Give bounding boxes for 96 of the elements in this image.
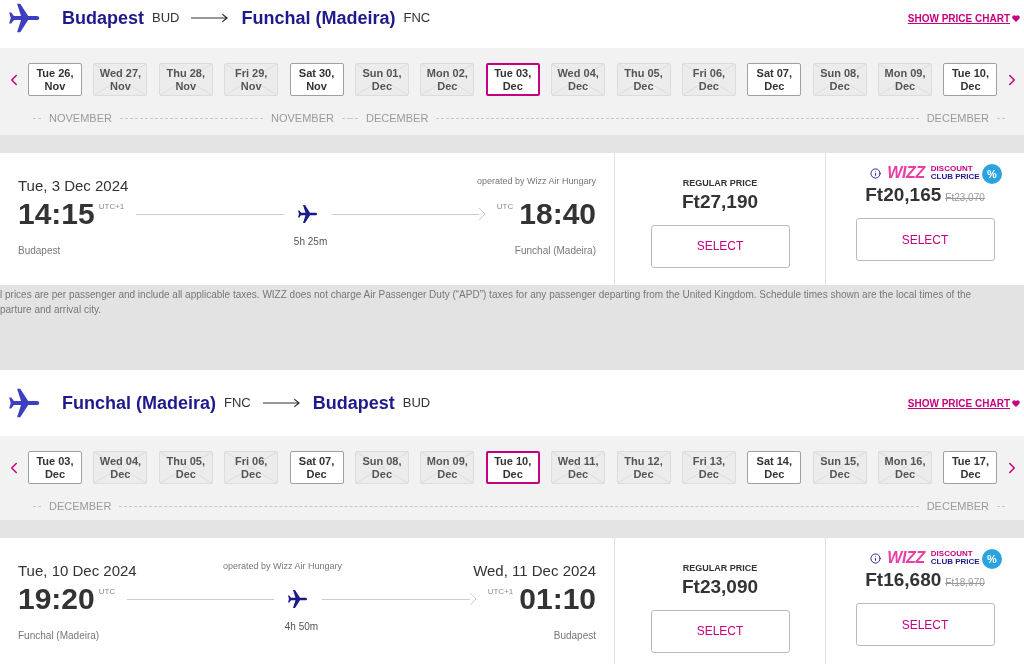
date-tab[interactable]: Fri 13, Dec — [681, 451, 736, 484]
date-tab[interactable]: Tue 10, Dec — [943, 63, 998, 96]
date-tab[interactable]: Sat 30, Nov — [289, 63, 344, 96]
old-price: Ft23,070 — [945, 191, 985, 205]
arrival-time: 01:10 — [519, 584, 596, 614]
destination-code: BUD — [402, 394, 431, 413]
date-tab[interactable]: Mon 16, Dec — [878, 451, 933, 484]
departure-city: Funchal (Madeira) — [18, 629, 100, 643]
operator-text: operated by Wizz Air Hungary — [476, 175, 596, 188]
date-tab[interactable]: Sat 14, Dec — [747, 451, 802, 484]
club-brand: WIZZ — [887, 165, 925, 181]
destination-city: Funchal (Madeira) — [241, 6, 396, 30]
price-chart-link[interactable]: SHOW PRICE CHART — [907, 10, 1020, 26]
disclaimer-text: l prices are per passenger and include all applicable taxes. WIZZ does not charge Air Passenger Duty (“APD”) taxes for any passenger departing from the United Kingdom. Schedule times shown are the local times of the — [0, 288, 973, 302]
date-tab[interactable]: Thu 12, Dec — [616, 451, 671, 484]
departure-city: Budapest — [18, 244, 61, 258]
flight-duration: 5h 25m — [293, 235, 328, 249]
date-tab[interactable]: Fri 06, Dec — [681, 63, 736, 96]
origin-city: Funchal (Madeira) — [62, 391, 217, 415]
disclaimer-text: parture and arrival city. — [0, 303, 102, 317]
departure-date: Tue, 3 Dec 2024 — [18, 176, 129, 196]
origin-code: BUD — [152, 9, 180, 28]
origin-city: Budapest — [62, 6, 144, 30]
plane-icon — [295, 202, 320, 226]
arrival-timezone: UTC — [496, 201, 514, 213]
date-tab[interactable]: Wed 04, Dec — [93, 451, 148, 484]
month-label: DECEMBER — [926, 111, 989, 126]
discount-badge: % — [982, 549, 1002, 569]
date-tab[interactable]: Wed 11, Dec — [551, 451, 606, 484]
date-tab[interactable]: Tue 03, Dec — [28, 451, 82, 484]
flight-duration: 4h 50m — [284, 620, 319, 634]
operator-text: operated by Wizz Air Hungary — [222, 560, 342, 573]
heart-icon — [1012, 399, 1020, 407]
arrow-icon — [262, 398, 301, 408]
price-chart-link[interactable]: SHOW PRICE CHART — [907, 395, 1020, 411]
discount-badge: % — [982, 164, 1002, 184]
month-label: DECEMBER — [49, 499, 112, 514]
date-tab[interactable]: Tue 10, Dec — [485, 451, 540, 484]
date-tab[interactable]: Thu 28, Nov — [158, 63, 213, 96]
date-tab[interactable]: Wed 27, Nov — [93, 63, 148, 96]
destination-code: FNC — [403, 9, 431, 28]
arrival-timezone: UTC+1 — [487, 586, 514, 598]
date-tab[interactable]: Fri 06, Dec — [224, 451, 279, 484]
date-tab[interactable]: Wed 04, Dec — [551, 63, 606, 96]
month-label: NOVEMBER — [49, 111, 112, 126]
arrow-icon — [191, 13, 230, 23]
club-price: Ft20,165 — [865, 184, 942, 206]
club-brand: WIZZ — [887, 550, 925, 566]
arrival-city: Budapest — [553, 629, 596, 643]
arrival-time: 18:40 — [519, 199, 596, 229]
price-label: REGULAR PRICE — [682, 177, 758, 190]
date-tab[interactable]: Mon 02, Dec — [420, 63, 475, 96]
info-icon — [870, 552, 882, 564]
arrival-date: Wed, 11 Dec 2024 — [473, 561, 596, 581]
date-tab[interactable]: Fri 29, Nov — [224, 63, 279, 96]
price-label: REGULAR PRICE — [682, 562, 758, 575]
club-label: CLUB PRICE — [930, 558, 980, 566]
club-label: DISCOUNT — [930, 550, 974, 558]
old-price: Ft18,970 — [945, 576, 985, 590]
arrival-city: Funchal (Madeira) — [514, 244, 596, 258]
select-button[interactable]: SELECT — [855, 218, 995, 261]
date-tab[interactable]: Sat 07, Dec — [289, 451, 344, 484]
date-tab[interactable]: Tue 03, Dec — [485, 63, 540, 96]
date-tab[interactable]: Thu 05, Dec — [158, 451, 213, 484]
select-button[interactable]: SELECT — [855, 603, 995, 646]
date-tab[interactable]: Mon 09, Dec — [878, 63, 933, 96]
date-tab[interactable]: Thu 05, Dec — [616, 63, 671, 96]
regular-price: Ft27,190 — [681, 190, 758, 213]
chevron-icon — [478, 208, 485, 220]
club-price: Ft16,680 — [865, 569, 942, 591]
chevron-icon — [469, 593, 476, 605]
date-tab[interactable]: Sun 08, Dec — [354, 451, 409, 484]
month-label: NOVEMBER — [271, 111, 334, 126]
date-tab[interactable]: Sun 08, Dec — [812, 63, 867, 96]
month-label: DECEMBER — [926, 499, 989, 514]
select-button[interactable]: SELECT — [650, 224, 790, 268]
date-tab[interactable]: Sun 15, Dec — [812, 451, 867, 484]
destination-city: Budapest — [312, 391, 395, 415]
date-tab[interactable]: Sat 07, Dec — [747, 63, 802, 96]
month-label: DECEMBER — [366, 111, 429, 126]
departure-timezone: UTC — [98, 586, 116, 598]
date-tab[interactable]: Tue 17, Dec — [943, 451, 998, 484]
origin-code: FNC — [224, 394, 251, 413]
heart-icon — [1012, 14, 1020, 22]
departure-date: Tue, 10 Dec 2024 — [18, 561, 137, 581]
club-label: CLUB PRICE — [930, 173, 980, 181]
departure-time: 14:15 — [18, 199, 95, 229]
club-label: DISCOUNT — [930, 165, 974, 173]
select-button[interactable]: SELECT — [650, 609, 790, 653]
departure-time: 19:20 — [18, 584, 95, 614]
regular-price: Ft23,090 — [681, 575, 758, 598]
date-tab[interactable]: Mon 09, Dec — [420, 451, 475, 484]
date-tab[interactable]: Tue 26, Nov — [28, 63, 82, 96]
date-tab[interactable]: Sun 01, Dec — [354, 63, 409, 96]
info-icon — [870, 167, 882, 179]
departure-timezone: UTC+1 — [98, 201, 125, 213]
